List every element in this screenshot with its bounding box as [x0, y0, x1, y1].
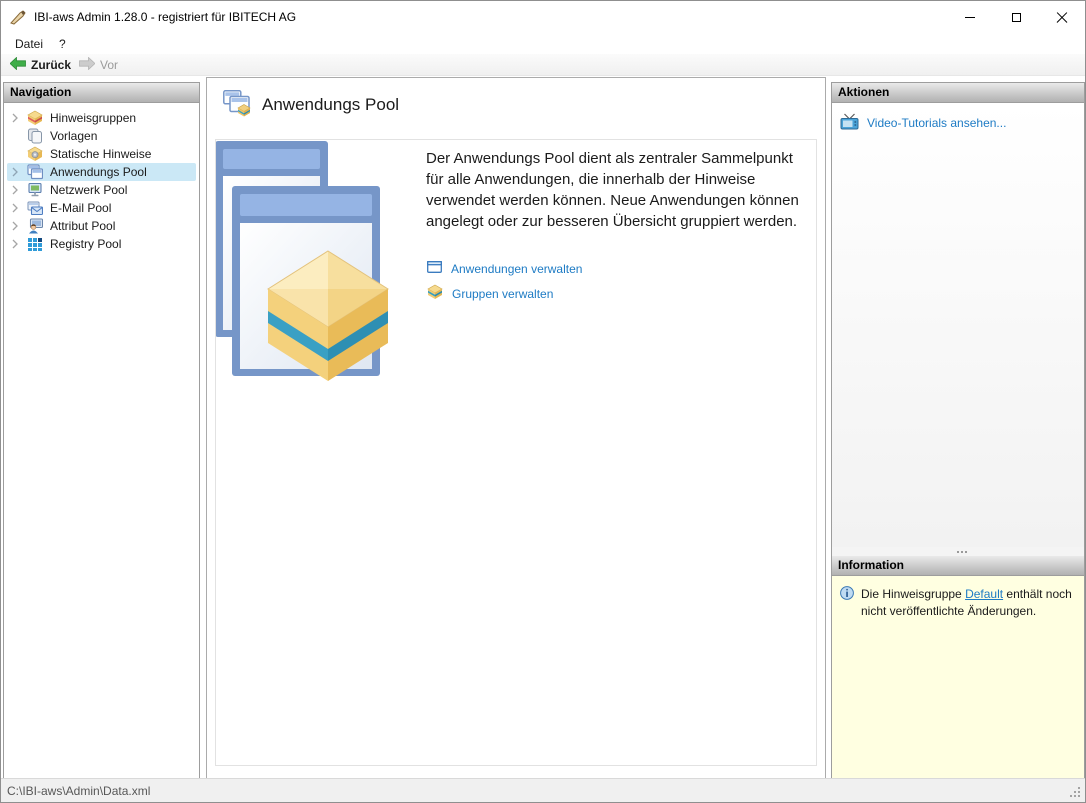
manage-groups-label: Gruppen verwalten: [452, 287, 553, 301]
static-notes-box-icon: [27, 146, 44, 162]
notes-group-box-icon: [27, 110, 44, 126]
video-tutorials-link[interactable]: Video-Tutorials ansehen...: [840, 113, 1006, 133]
back-arrow-icon: [10, 57, 26, 73]
main-content-panel: Anwendungs Pool: [206, 77, 826, 779]
expand-chevron-icon[interactable]: [12, 113, 27, 123]
resize-grip[interactable]: [1070, 787, 1081, 798]
nav-item-label: Registry Pool: [50, 237, 121, 251]
nav-item-label: Attribut Pool: [50, 219, 115, 233]
minimize-icon: [965, 17, 975, 18]
close-icon: [1056, 11, 1068, 23]
minimize-button[interactable]: [947, 1, 993, 33]
data-file-path: C:\IBI-aws\Admin\Data.xml: [1, 784, 150, 798]
nav-item-label: Vorlagen: [50, 129, 97, 143]
nav-item-label: Netzwerk Pool: [50, 183, 127, 197]
menu-datei[interactable]: Datei: [7, 35, 51, 53]
email-envelope-icon: [27, 200, 44, 216]
main-inner-box: Der Anwendungs Pool dient als zentraler …: [215, 139, 817, 766]
maximize-button[interactable]: [993, 1, 1039, 33]
splitter-grip-icon: [957, 551, 959, 553]
nav-item-netzwerk-pool[interactable]: Netzwerk Pool: [7, 181, 196, 199]
resize-grip-dots-icon: [1070, 787, 1072, 789]
nav-item-label: Hinweisgruppen: [50, 111, 136, 125]
video-tutorials-label: Video-Tutorials ansehen...: [867, 116, 1006, 130]
manage-applications-link[interactable]: Anwendungen verwalten: [427, 261, 582, 276]
back-button[interactable]: Zurück: [8, 56, 77, 74]
nav-item-label: Statische Hinweise: [50, 147, 151, 161]
back-button-label: Zurück: [31, 58, 71, 72]
menu-bar: Datei ?: [1, 33, 1085, 54]
window-outline-icon: [427, 261, 442, 276]
default-group-link[interactable]: Default: [965, 587, 1003, 601]
toolbar: Zurück Vor: [1, 54, 1085, 76]
pool-description: Der Anwendungs Pool dient als zentraler …: [426, 148, 804, 232]
tv-icon: [840, 113, 859, 133]
forward-button-label: Vor: [100, 58, 118, 72]
expand-chevron-icon[interactable]: [12, 167, 27, 177]
attribute-user-icon: [27, 218, 44, 234]
panel-splitter[interactable]: [832, 547, 1084, 556]
application-windows-icon: [27, 164, 44, 180]
info-text-before: Die Hinweisgruppe: [861, 587, 965, 601]
expand-chevron-icon[interactable]: [12, 185, 27, 195]
information-message: Die Hinweisgruppe Default enthält noch n…: [861, 586, 1076, 778]
actions-content: Video-Tutorials ansehen...: [832, 103, 1084, 547]
templates-papers-icon: [27, 128, 44, 144]
expand-chevron-icon[interactable]: [12, 239, 27, 249]
nav-item-registry-pool[interactable]: Registry Pool: [7, 235, 196, 253]
app-logo-icon: [10, 10, 27, 25]
application-pool-illustration: [215, 139, 397, 386]
window-title: IBI-aws Admin 1.28.0 - registriert für I…: [34, 10, 296, 24]
group-box-icon: [427, 284, 443, 303]
nav-item-email-pool[interactable]: E-Mail Pool: [7, 199, 196, 217]
nav-item-anwendungs-pool[interactable]: Anwendungs Pool: [7, 163, 196, 181]
manage-groups-link[interactable]: Gruppen verwalten: [427, 284, 553, 303]
window-controls: [947, 1, 1085, 33]
forward-button[interactable]: Vor: [77, 56, 124, 74]
forward-arrow-icon: [79, 57, 95, 73]
information-header: Information: [832, 556, 1084, 576]
expand-chevron-icon[interactable]: [12, 203, 27, 213]
nav-item-statische-hinweise[interactable]: Statische Hinweise: [7, 145, 196, 163]
manage-applications-label: Anwendungen verwalten: [451, 262, 582, 276]
navigation-header: Navigation: [4, 83, 199, 103]
information-content: Die Hinweisgruppe Default enthält noch n…: [832, 576, 1084, 778]
navigation-tree: Hinweisgruppen Vorlagen: [4, 103, 199, 253]
nav-item-attribut-pool[interactable]: Attribut Pool: [7, 217, 196, 235]
navigation-panel: Navigation Hinweisgruppen: [3, 82, 200, 779]
nav-item-label: E-Mail Pool: [50, 201, 111, 215]
network-monitor-icon: [27, 182, 44, 198]
app-window: IBI-aws Admin 1.28.0 - registriert für I…: [0, 0, 1086, 803]
application-pool-header-icon: [223, 90, 253, 123]
close-button[interactable]: [1039, 1, 1085, 33]
menu-help[interactable]: ?: [51, 35, 74, 53]
maximize-icon: [1012, 13, 1021, 22]
info-icon: [840, 586, 854, 778]
right-side-panel: Aktionen Video-Tutorials ansehen...: [831, 82, 1085, 779]
status-bar: C:\IBI-aws\Admin\Data.xml: [1, 778, 1085, 802]
page-title: Anwendungs Pool: [262, 95, 399, 115]
registry-tiles-icon: [27, 236, 44, 252]
title-bar: IBI-aws Admin 1.28.0 - registriert für I…: [1, 1, 1085, 33]
nav-item-label: Anwendungs Pool: [50, 165, 147, 179]
expand-chevron-icon[interactable]: [12, 221, 27, 231]
nav-item-hinweisgruppen[interactable]: Hinweisgruppen: [7, 109, 196, 127]
actions-header: Aktionen: [832, 83, 1084, 103]
nav-item-vorlagen[interactable]: Vorlagen: [7, 127, 196, 145]
